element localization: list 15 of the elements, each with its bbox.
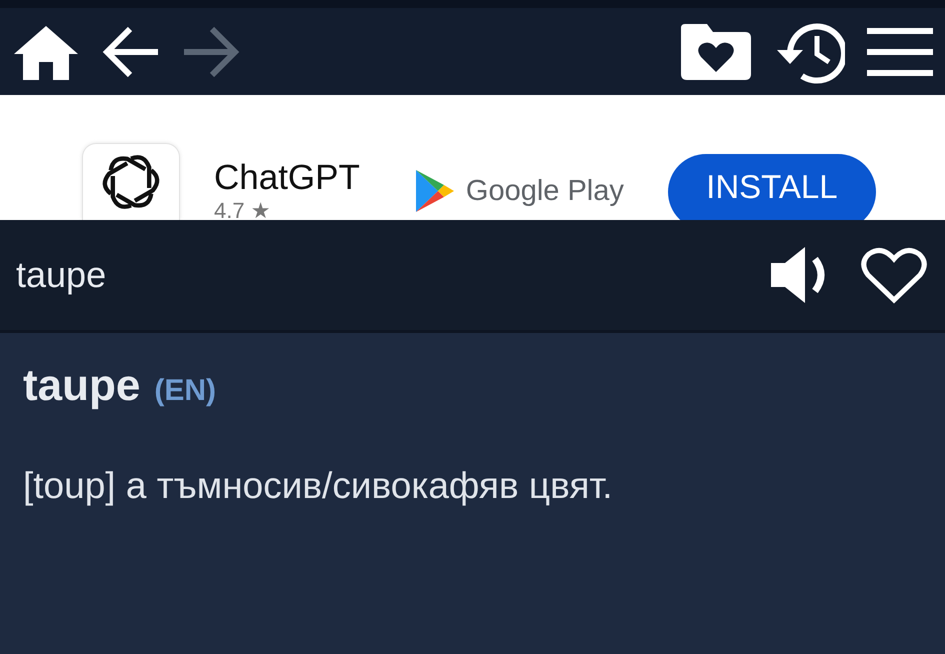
store-name: Google Play xyxy=(466,174,624,208)
install-button[interactable]: INSTALL xyxy=(668,154,876,220)
definition-text: [toup] а тъмносив/сивокафяв цвят. xyxy=(23,465,614,507)
heart-folder-icon[interactable] xyxy=(681,24,751,80)
play-store-icon xyxy=(416,170,454,212)
menu-icon[interactable] xyxy=(867,28,933,76)
heart-icon[interactable] xyxy=(859,245,929,305)
entry-word: taupe xyxy=(23,361,140,411)
language-tag: (EN) xyxy=(154,374,216,408)
home-icon[interactable] xyxy=(12,24,80,80)
app-rating: 4.7 ★ xyxy=(214,198,272,220)
search-field[interactable]: taupe xyxy=(0,220,945,333)
app-name: ChatGPT xyxy=(214,158,360,198)
knot-logo-icon xyxy=(82,143,180,220)
back-arrow-icon[interactable] xyxy=(102,24,160,78)
